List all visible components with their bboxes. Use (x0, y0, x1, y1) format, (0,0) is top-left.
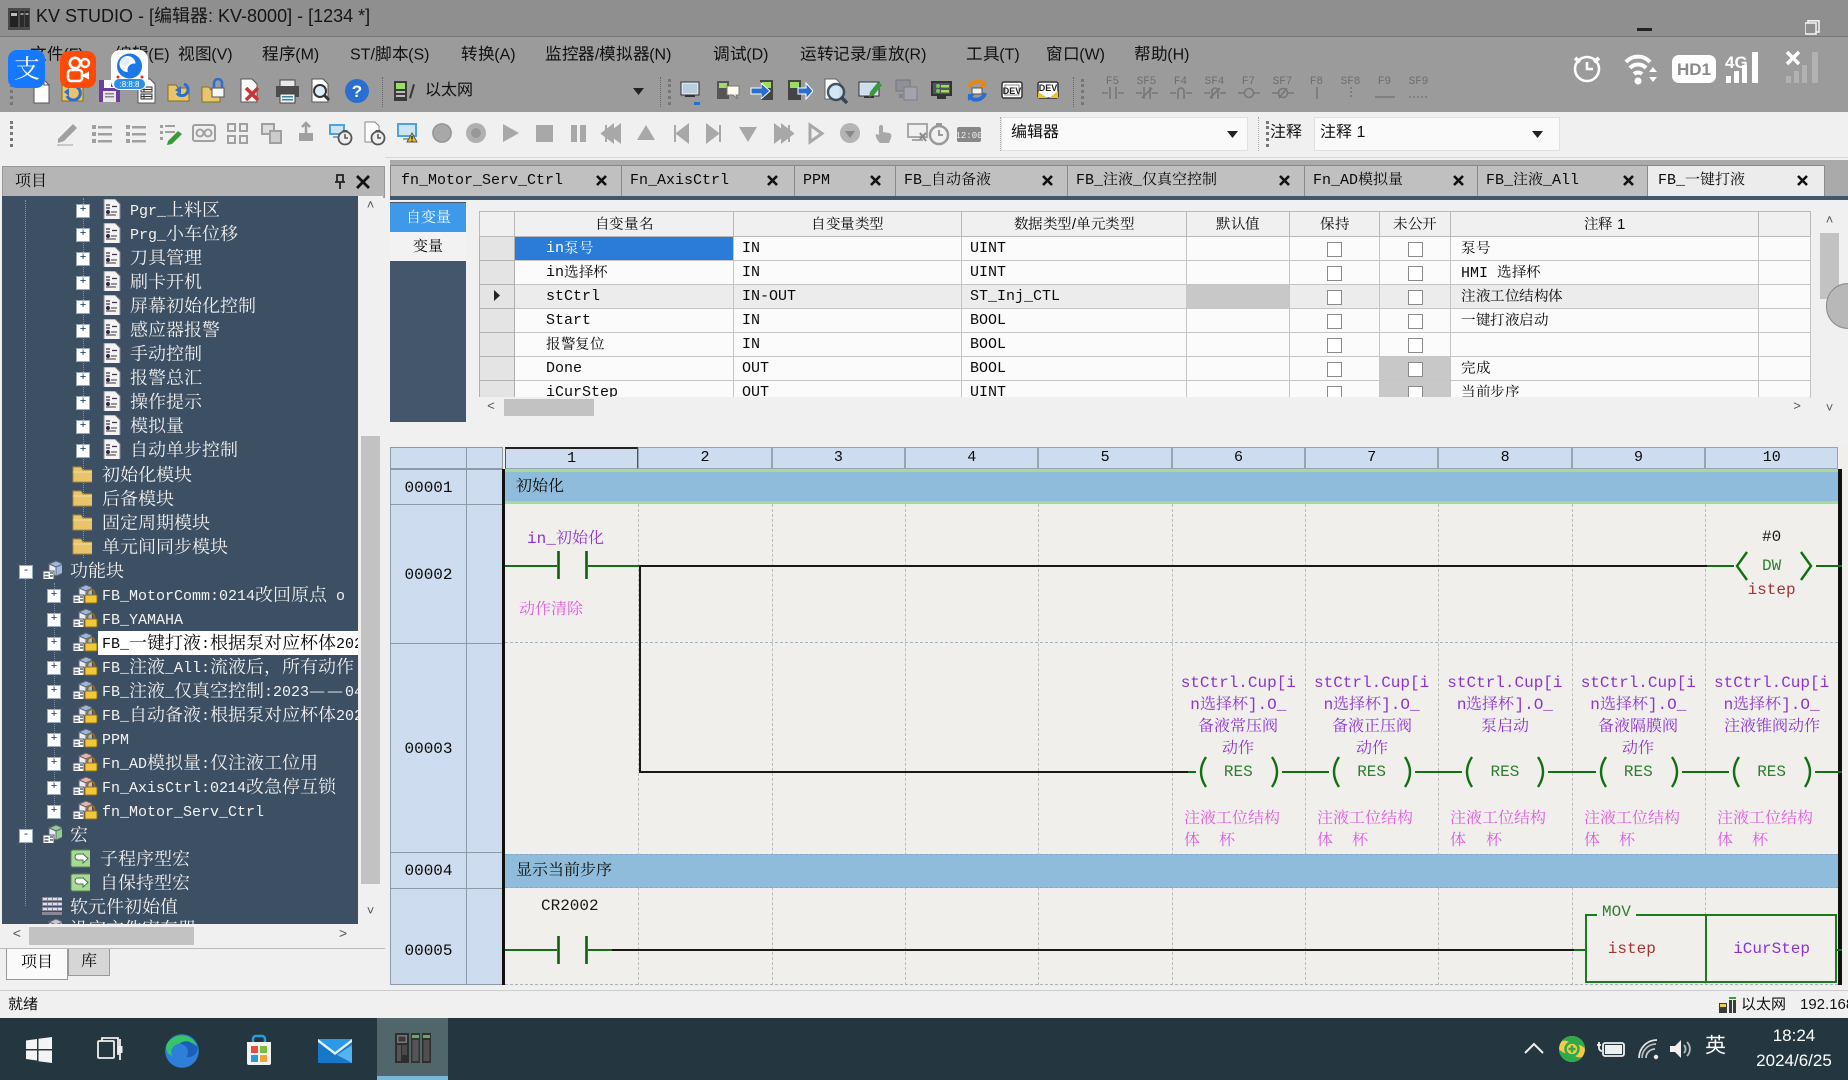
svg-text:HD1: HD1 (1677, 60, 1711, 79)
svg-text:12:00: 12:00 (956, 131, 983, 141)
svg-text:?: ? (352, 82, 362, 101)
svg-text:DEV: DEV (1039, 83, 1058, 93)
svg-text::8:8:8: :8:8:8 (119, 80, 140, 89)
svg-text:DEV: DEV (1003, 86, 1022, 96)
